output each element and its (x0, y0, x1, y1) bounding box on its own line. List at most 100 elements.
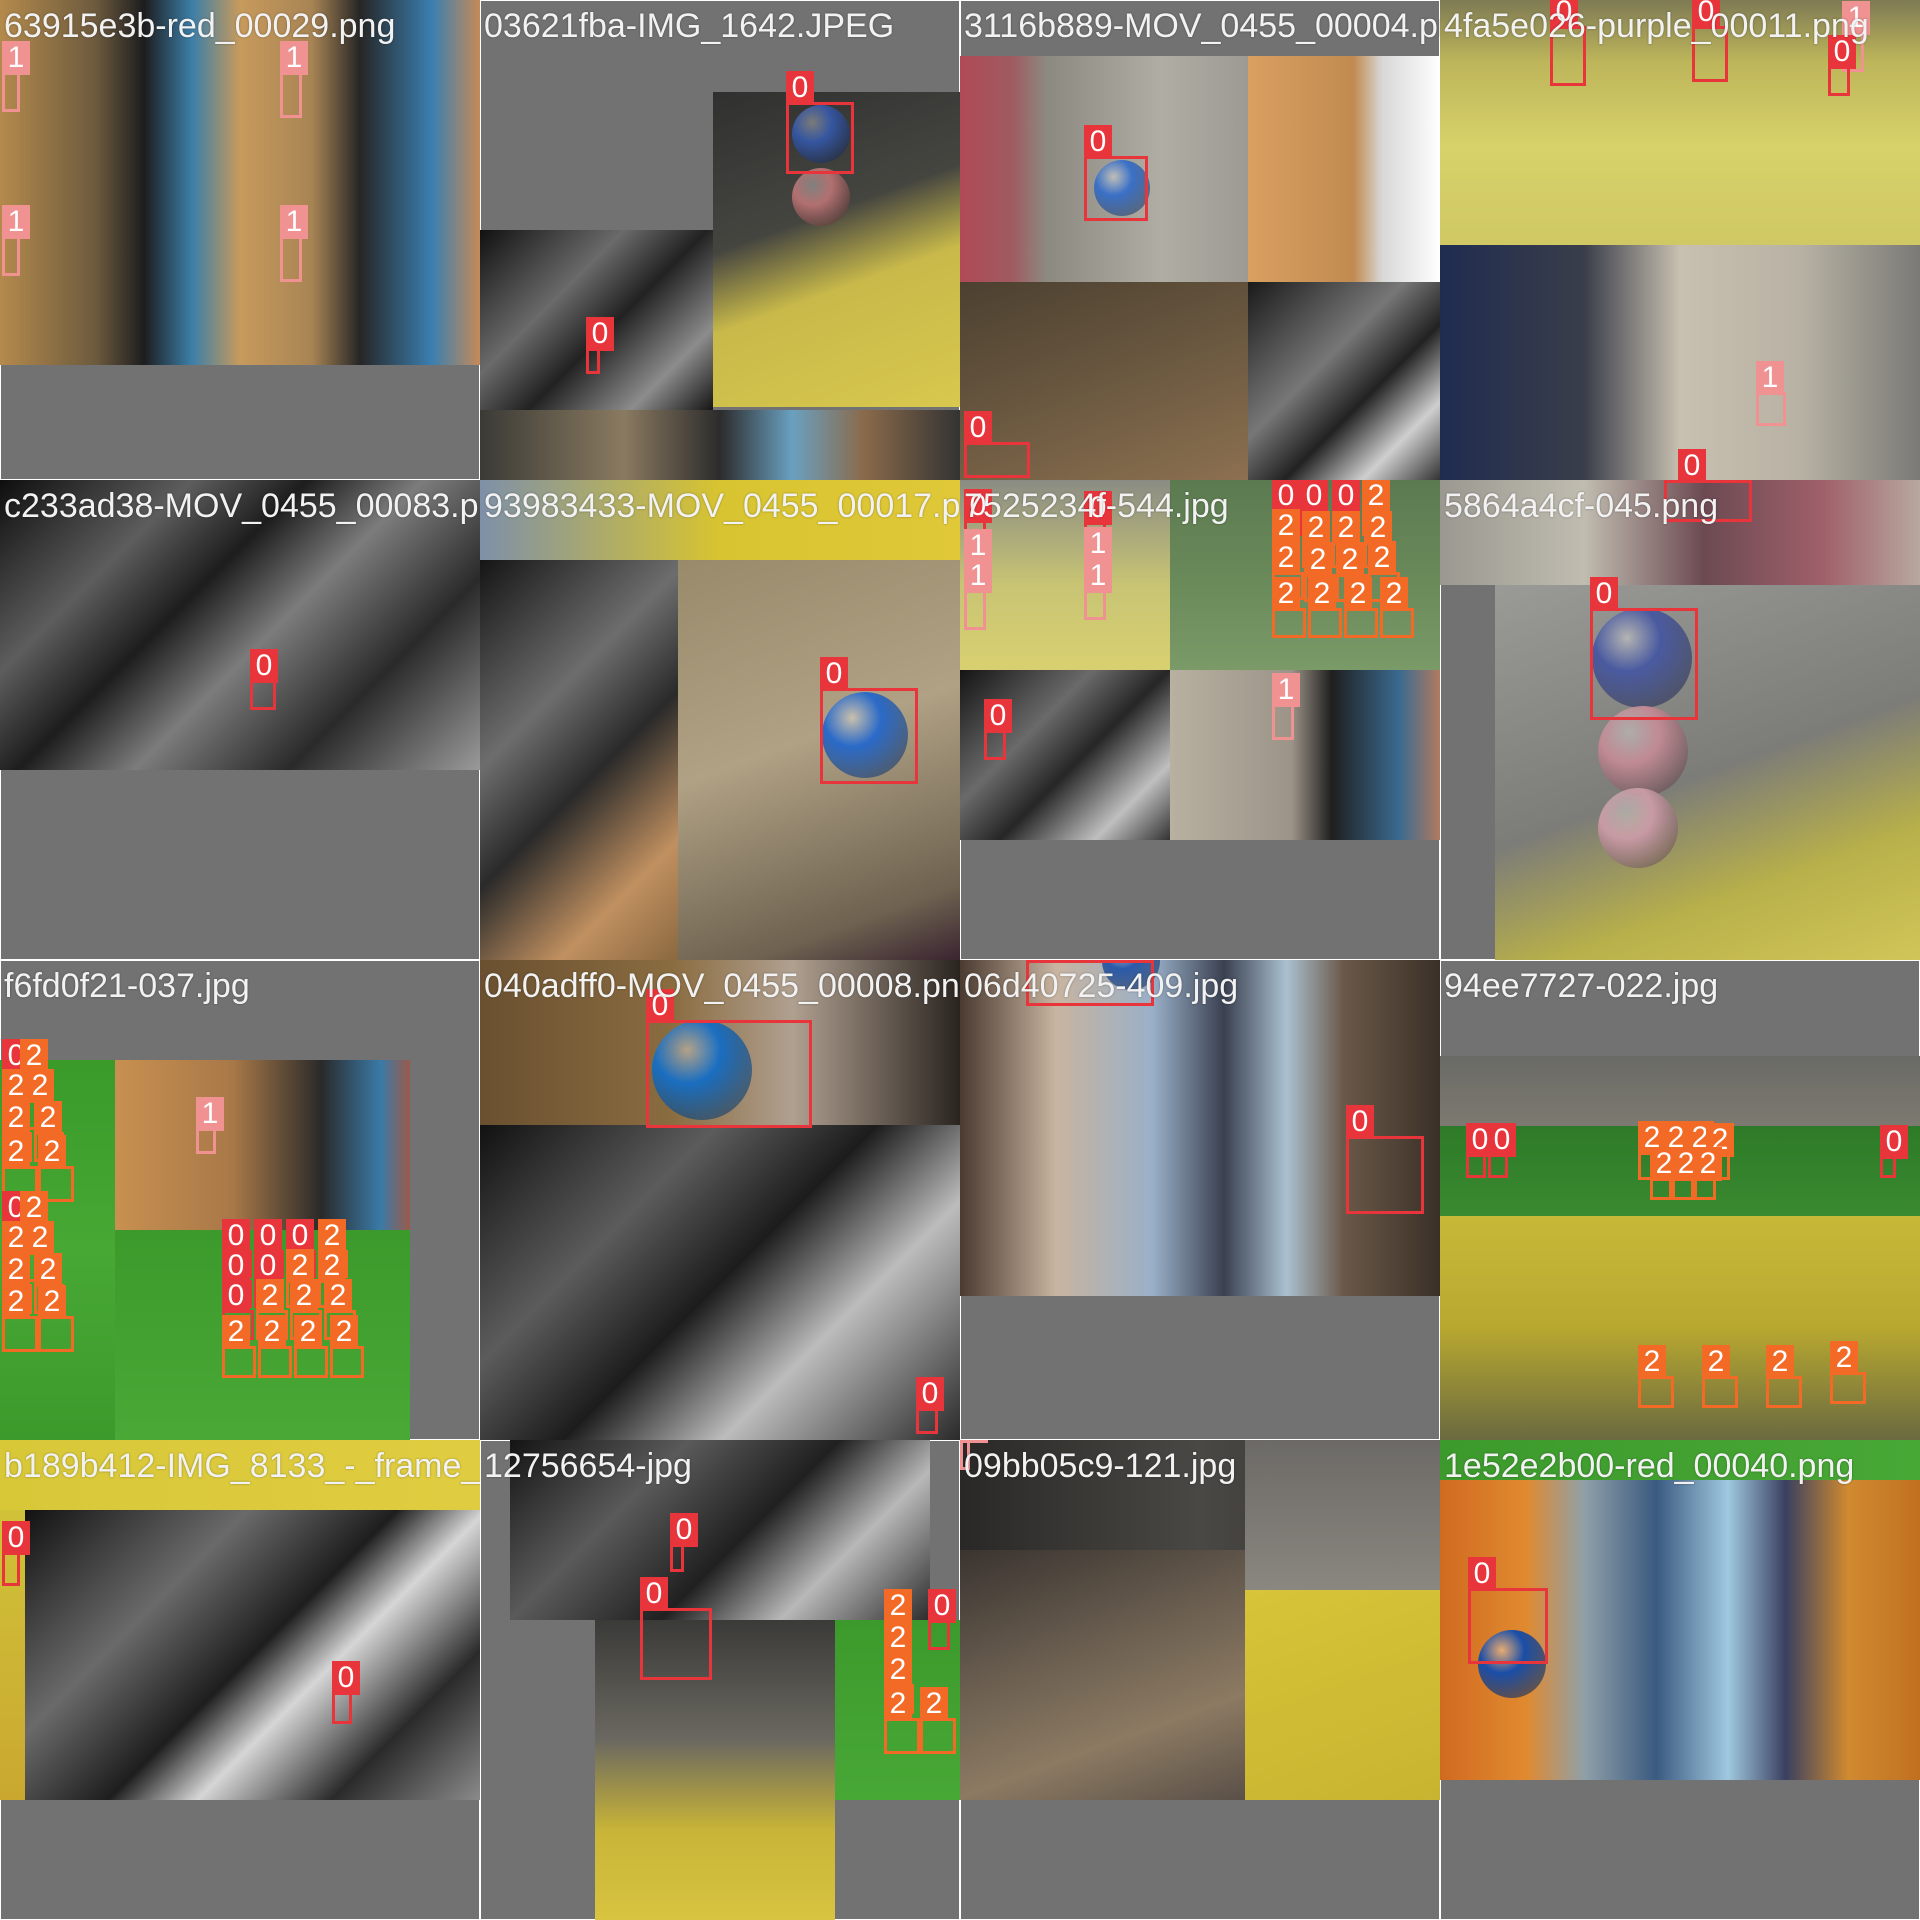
bounding-box: 2 (1672, 1147, 1700, 1200)
mosaic-tile: 0 0 3116b889-MOV_0455_00004.png (960, 0, 1440, 480)
class-label: 2 (1766, 1345, 1794, 1379)
tile-filename: 09bb05c9-121.jpg (964, 1447, 1237, 1485)
bounding-box: 2 (1830, 1341, 1866, 1404)
class-label: 2 (1272, 541, 1300, 575)
mosaic-tile: 0 0 06d40725-409.jpg (960, 960, 1440, 1440)
bounding-box: 0 (1084, 125, 1148, 221)
bounding-box: 2 (1702, 1345, 1738, 1408)
class-label: 2 (26, 1221, 54, 1255)
class-label: 2 (324, 1279, 352, 1313)
bounding-box: 0 (1828, 35, 1856, 96)
class-label: 1 (1084, 559, 1112, 593)
class-label: 2 (20, 1191, 48, 1225)
mosaic-tile: 0 c233ad38-MOV_0455_00083.png (0, 480, 480, 960)
scene-patch (960, 1550, 1245, 1800)
bounding-box: 2 (330, 1315, 364, 1378)
class-label: 1 (1084, 527, 1112, 561)
class-label: 2 (20, 1039, 48, 1073)
bounding-box: 2 (1766, 1345, 1802, 1408)
mosaic-tile: 0 2 2 2 2 2 2 2 1 0 2 2 2 2 2 2 2 0 0 0 2 0 0 2 2 0 2 2 2 2 2 2 2 f6fd0f2… (0, 960, 480, 1440)
class-label: 2 (884, 1589, 912, 1623)
class-label: 0 (1880, 1125, 1908, 1159)
tile-filename: 7525234f-544.jpg (964, 487, 1229, 525)
scene-patch (1440, 245, 1920, 480)
bounding-box: 2 (258, 1315, 292, 1378)
class-label: 0 (1084, 125, 1112, 159)
tile-filename: c233ad38-MOV_0455_00083.png (4, 487, 480, 525)
class-label: 2 (1362, 480, 1390, 513)
mosaic-tile: 0 0 2 2 2 2 2 2 2 0 2 2 2 2 94ee7727-022.jpg (1440, 960, 1920, 1440)
bounding-box: 0 (928, 1589, 956, 1650)
class-label: 2 (290, 1279, 318, 1313)
class-label: 2 (2, 1135, 30, 1169)
bounding-box: 0 (250, 649, 278, 710)
class-label: 1 (280, 205, 308, 239)
bounding-box: 0 (964, 411, 1030, 478)
class-label: 2 (1304, 543, 1332, 577)
class-label: 0 (332, 1661, 360, 1695)
class-label: 2 (256, 1279, 284, 1313)
tile-filename: 3116b889-MOV_0455_00004.png (964, 7, 1440, 45)
ball-object (1598, 788, 1678, 868)
class-label: 2 (222, 1315, 250, 1349)
class-label: 2 (286, 1249, 314, 1283)
class-label: 0 (786, 71, 814, 105)
class-label: 2 (1638, 1345, 1666, 1379)
mosaic-tile: 0 1 1 0 1 1 0 0 0 2 2 2 2 2 2 2 2 2 2 2 2 2 0 1 7525234f-544.jpg (960, 480, 1440, 960)
class-label: 1 (196, 1097, 224, 1131)
class-label: 1 (964, 559, 992, 593)
class-label: 0 (250, 649, 278, 683)
class-label: 2 (884, 1687, 912, 1721)
mosaic-tile: 1 09bb05c9-121.jpg (960, 1440, 1440, 1920)
scene-patch (1248, 282, 1440, 480)
tile-filename: 93983433-MOV_0455_00017.png (484, 487, 960, 525)
mosaic-tile: 0 0 5864a4cf-045.png (1440, 480, 1920, 960)
class-label: 0 (916, 1377, 944, 1411)
class-label: 1 (1756, 361, 1784, 395)
scene-patch (25, 1510, 480, 1800)
scene-patch (1170, 670, 1440, 840)
bounding-box: 2 (1638, 1345, 1674, 1408)
scene-patch (0, 180, 480, 365)
class-label: 0 (254, 1219, 282, 1253)
class-label: 0 (222, 1249, 250, 1283)
bounding-box: 0 (640, 1577, 712, 1680)
class-label: 1 (2, 205, 30, 239)
bounding-box: 1 (196, 1097, 224, 1154)
tile-filename: 4fa5e026-purple_00011.png (1444, 7, 1869, 45)
scene-patch (1245, 1590, 1440, 1800)
class-label: 2 (34, 1253, 62, 1287)
bounding-box: 0 (786, 71, 854, 174)
tile-filename: 06d40725-409.jpg (964, 967, 1239, 1005)
class-label: 2 (258, 1315, 286, 1349)
bounding-box: 0 (916, 1377, 944, 1434)
mosaic-tile: 0 0 03621fba-IMG_1642.JPEG (480, 0, 960, 480)
bounding-box: 1 (964, 559, 992, 630)
class-label: 0 (254, 1249, 282, 1283)
class-label: 0 (1488, 1123, 1516, 1157)
class-label: 0 (928, 1589, 956, 1623)
class-label: 2 (1694, 1147, 1722, 1181)
class-label: 2 (884, 1653, 912, 1687)
class-label: 2 (318, 1249, 346, 1283)
mosaic-tile: 0 0 b189b412-IMG_8133_-_frame_00034.png (0, 1440, 480, 1920)
class-label: 0 (1300, 480, 1328, 513)
bounding-box: 0 (670, 1513, 698, 1572)
bounding-box: 1 (2, 205, 30, 276)
tile-filename: 040adff0-MOV_0455_00008.png (484, 967, 960, 1005)
class-label: 2 (1302, 511, 1330, 545)
bounding-box: 0 (646, 989, 812, 1128)
bounding-box: 0 (1468, 1557, 1548, 1664)
scene-patch (115, 1060, 410, 1230)
tile-filename: 03621fba-IMG_1642.JPEG (484, 7, 895, 45)
class-label: 1 (2, 41, 30, 75)
tile-filename: 63915e3b-red_00029.png (4, 7, 396, 45)
scene-patch (1495, 585, 1920, 960)
class-label: 1 (280, 41, 308, 75)
ball-object (792, 168, 850, 226)
class-label: 0 (1332, 480, 1360, 513)
class-label: 0 (222, 1279, 250, 1313)
class-label: 2 (38, 1135, 66, 1169)
class-label: 0 (964, 411, 992, 445)
class-label: 0 (1026, 960, 1054, 963)
